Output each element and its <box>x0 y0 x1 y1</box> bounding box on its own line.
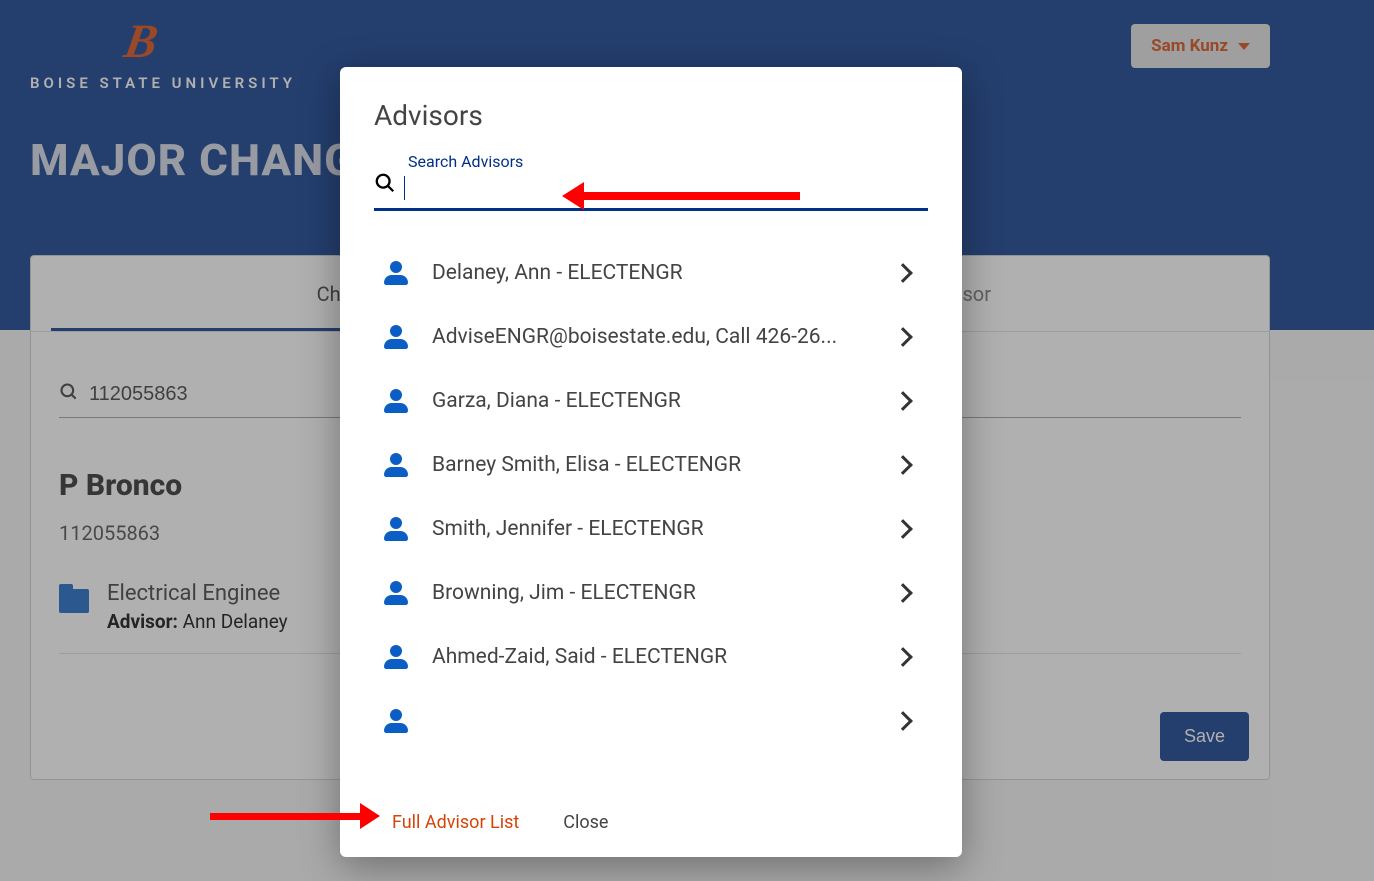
chevron-right-icon <box>893 583 913 603</box>
advisor-item[interactable]: Barney Smith, Elisa - ELECTENGR <box>374 433 928 497</box>
chevron-right-icon <box>893 455 913 475</box>
chevron-right-icon <box>893 327 913 347</box>
advisor-item-label: Delaney, Ann - ELECTENGR <box>432 261 872 285</box>
advisor-item[interactable]: Browning, Jim - ELECTENGR <box>374 561 928 625</box>
person-icon <box>384 709 408 733</box>
annotation-arrow-full-list <box>210 813 362 820</box>
full-advisor-list-link[interactable]: Full Advisor List <box>392 812 519 833</box>
person-icon <box>384 581 408 605</box>
advisor-item-label: Browning, Jim - ELECTENGR <box>432 581 872 605</box>
person-icon <box>384 389 408 413</box>
person-icon <box>384 517 408 541</box>
modal-search-label: Search Advisors <box>408 152 523 171</box>
advisor-item-label: Barney Smith, Elisa - ELECTENGR <box>432 453 872 477</box>
modal-search-wrap: Search Advisors <box>340 154 962 211</box>
advisor-item-label: AdviseENGR@boisestate.edu, Call 426-26..… <box>432 325 872 349</box>
chevron-right-icon <box>893 263 913 283</box>
search-icon <box>374 172 396 200</box>
modal-title: Advisors <box>340 99 962 154</box>
person-icon <box>384 645 408 669</box>
modal-footer: Full Advisor List Close <box>340 790 962 857</box>
text-cursor <box>404 176 405 200</box>
advisor-item[interactable] <box>374 689 928 753</box>
close-button[interactable]: Close <box>563 812 608 833</box>
advisor-item-label: Garza, Diana - ELECTENGR <box>432 389 872 413</box>
annotation-arrow-search <box>580 192 800 200</box>
advisor-list[interactable]: Delaney, Ann - ELECTENGR AdviseENGR@boise… <box>374 241 942 790</box>
chevron-right-icon <box>893 519 913 539</box>
advisor-item[interactable]: Garza, Diana - ELECTENGR <box>374 369 928 433</box>
advisor-item[interactable]: Delaney, Ann - ELECTENGR <box>374 241 928 305</box>
advisor-item[interactable]: Ahmed-Zaid, Said - ELECTENGR <box>374 625 928 689</box>
advisor-item[interactable]: Smith, Jennifer - ELECTENGR <box>374 497 928 561</box>
advisor-item-label: Smith, Jennifer - ELECTENGR <box>432 517 872 541</box>
advisors-modal: Advisors Search Advisors Delaney, Ann - … <box>340 67 962 857</box>
chevron-right-icon <box>893 391 913 411</box>
advisor-item[interactable]: AdviseENGR@boisestate.edu, Call 426-26..… <box>374 305 928 369</box>
person-icon <box>384 261 408 285</box>
person-icon <box>384 325 408 349</box>
advisor-item-label: Ahmed-Zaid, Said - ELECTENGR <box>432 645 872 669</box>
chevron-right-icon <box>893 647 913 667</box>
chevron-right-icon <box>893 711 913 731</box>
person-icon <box>384 453 408 477</box>
